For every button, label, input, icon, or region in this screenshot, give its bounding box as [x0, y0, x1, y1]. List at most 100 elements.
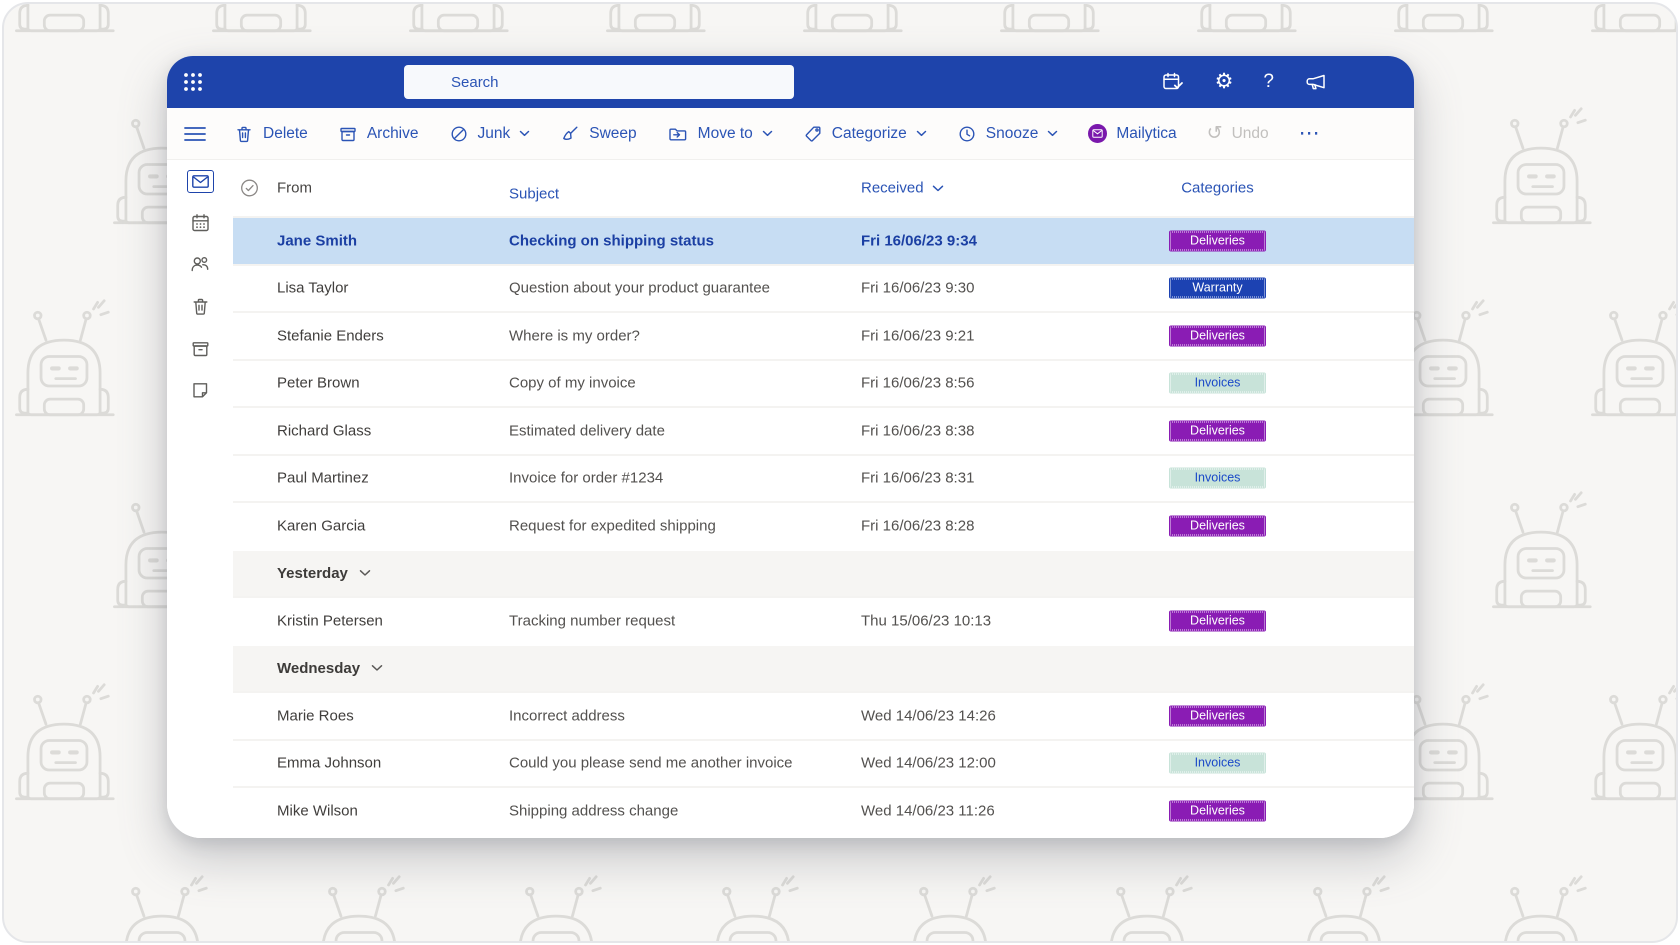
category-badge[interactable]: Deliveries	[1169, 515, 1266, 536]
more-options-icon: ⋯	[1299, 121, 1321, 146]
sidebar-item-notes[interactable]	[186, 377, 214, 403]
snooze-button[interactable]: Snooze	[957, 124, 1059, 144]
email-subject: Tracking number request	[509, 612, 675, 629]
column-header-from[interactable]: From	[277, 180, 312, 197]
broom-icon	[560, 124, 580, 144]
move-to-button[interactable]: Move to	[667, 124, 773, 144]
chevron-down-icon	[762, 130, 773, 137]
email-received: Wed 14/06/23 12:00	[861, 755, 996, 772]
app-top-bar: ⚙ ?	[167, 56, 1414, 108]
undo-label: Undo	[1232, 125, 1269, 143]
email-subject: Request for expedited shipping	[509, 517, 716, 534]
category-badge[interactable]: Deliveries	[1169, 800, 1266, 821]
categorize-label: Categorize	[832, 125, 907, 143]
column-header-received[interactable]: Received	[861, 180, 944, 197]
category-badge[interactable]: Deliveries	[1169, 230, 1266, 251]
chevron-down-icon	[519, 130, 530, 137]
category-badge[interactable]: Deliveries	[1169, 705, 1266, 726]
search-input[interactable]	[404, 65, 794, 99]
email-subject: Shipping address change	[509, 802, 678, 819]
mailytica-icon	[1088, 124, 1107, 143]
email-received: Wed 14/06/23 11:26	[861, 802, 995, 819]
email-received: Thu 15/06/23 10:13	[861, 612, 991, 629]
group-header-row[interactable]: Wednesday	[233, 644, 1414, 692]
move-to-label: Move to	[698, 125, 753, 143]
category-badge[interactable]: Warranty	[1169, 278, 1266, 299]
apps-grid-icon[interactable]	[182, 71, 204, 93]
settings-gear-icon[interactable]: ⚙	[1215, 71, 1234, 93]
email-row[interactable]: Paul Martinez Invoice for order #1234 Fr…	[233, 454, 1414, 502]
trash-icon	[190, 296, 211, 317]
email-row[interactable]: Lisa Taylor Question about your product …	[233, 264, 1414, 312]
group-header-row[interactable]: Yesterday	[233, 549, 1414, 597]
email-received: Fri 16/06/23 8:28	[861, 517, 974, 534]
email-list-body: Jane Smith Checking on shipping status F…	[233, 216, 1414, 834]
email-row[interactable]: Peter Brown Copy of my invoice Fri 16/06…	[233, 359, 1414, 407]
mailytica-label: Mailytica	[1116, 125, 1176, 143]
sidebar-item-mail[interactable]	[187, 170, 214, 193]
email-row[interactable]: Marie Roes Incorrect address Wed 14/06/2…	[233, 691, 1414, 739]
group-label: Yesterday	[277, 565, 348, 582]
email-received: Fri 16/06/23 9:34	[861, 232, 977, 249]
column-header-categories[interactable]: Categories	[1169, 180, 1266, 197]
email-row[interactable]: Mike Wilson Shipping address change Wed …	[233, 786, 1414, 834]
sidebar-item-people[interactable]	[186, 251, 214, 277]
email-subject: Invoice for order #1234	[509, 470, 663, 487]
email-from: Emma Johnson	[277, 755, 381, 772]
more-options-button[interactable]: ⋯	[1299, 121, 1321, 146]
email-from: Mike Wilson	[277, 802, 358, 819]
my-day-calendar-check-icon[interactable]	[1161, 71, 1185, 93]
topbar-right-icons: ⚙ ?	[1161, 71, 1328, 93]
category-badge[interactable]: Deliveries	[1169, 420, 1266, 441]
email-row[interactable]: Stefanie Enders Where is my order? Fri 1…	[233, 311, 1414, 359]
clock-icon	[957, 124, 977, 144]
email-received: Fri 16/06/23 8:38	[861, 422, 974, 439]
group-label: Wednesday	[277, 660, 360, 677]
archive-icon	[190, 338, 211, 359]
category-badge[interactable]: Invoices	[1169, 753, 1266, 774]
chevron-down-icon	[1047, 130, 1058, 137]
sidebar-item-calendar[interactable]	[186, 209, 214, 235]
sidebar-item-trash[interactable]	[186, 293, 214, 319]
tag-icon	[803, 124, 823, 144]
email-from: Peter Brown	[277, 375, 360, 392]
undo-button[interactable]: ↺ Undo	[1207, 124, 1269, 143]
email-row[interactable]: Jane Smith Checking on shipping status F…	[233, 216, 1414, 264]
email-from: Marie Roes	[277, 707, 354, 724]
mail-app-window: ⚙ ? Delete	[167, 56, 1414, 838]
email-subject: Where is my order?	[509, 327, 640, 344]
category-badge[interactable]: Invoices	[1169, 468, 1266, 489]
sidebar-item-archive[interactable]	[186, 335, 214, 361]
email-list: From Subject Received Categories Jane Sm…	[233, 160, 1414, 838]
email-from: Karen Garcia	[277, 517, 365, 534]
email-row[interactable]: Kristin Petersen Tracking number request…	[233, 596, 1414, 644]
email-from: Kristin Petersen	[277, 612, 383, 629]
folder-move-icon	[667, 124, 689, 144]
select-all-icon[interactable]	[240, 179, 259, 198]
email-row[interactable]: Emma Johnson Could you please send me an…	[233, 739, 1414, 787]
email-from: Stefanie Enders	[277, 327, 384, 344]
delete-label: Delete	[263, 125, 308, 143]
sweep-button[interactable]: Sweep	[560, 124, 636, 144]
archive-button[interactable]: Archive	[338, 124, 419, 144]
hamburger-menu-icon[interactable]	[183, 125, 207, 143]
sort-chevron-down-icon	[932, 184, 944, 192]
chevron-down-icon	[371, 664, 383, 672]
archive-label: Archive	[367, 125, 419, 143]
categorize-button[interactable]: Categorize	[803, 124, 927, 144]
help-icon[interactable]: ?	[1263, 71, 1274, 93]
email-row[interactable]: Richard Glass Estimated delivery date Fr…	[233, 406, 1414, 454]
feedback-megaphone-icon[interactable]	[1304, 72, 1328, 92]
category-badge[interactable]: Invoices	[1169, 373, 1266, 394]
category-badge[interactable]: Deliveries	[1169, 325, 1266, 346]
email-subject: Incorrect address	[509, 707, 625, 724]
email-row[interactable]: Karen Garcia Request for expedited shipp…	[233, 501, 1414, 549]
email-subject: Could you please send me another invoice	[509, 755, 793, 772]
column-header-subject[interactable]: Subject	[509, 185, 559, 202]
delete-button[interactable]: Delete	[234, 124, 308, 144]
mail-icon	[192, 175, 209, 188]
email-list-header: From Subject Received Categories	[233, 160, 1414, 216]
junk-button[interactable]: Junk	[449, 124, 531, 144]
mailytica-button[interactable]: Mailytica	[1088, 124, 1176, 143]
category-badge[interactable]: Deliveries	[1169, 610, 1266, 631]
